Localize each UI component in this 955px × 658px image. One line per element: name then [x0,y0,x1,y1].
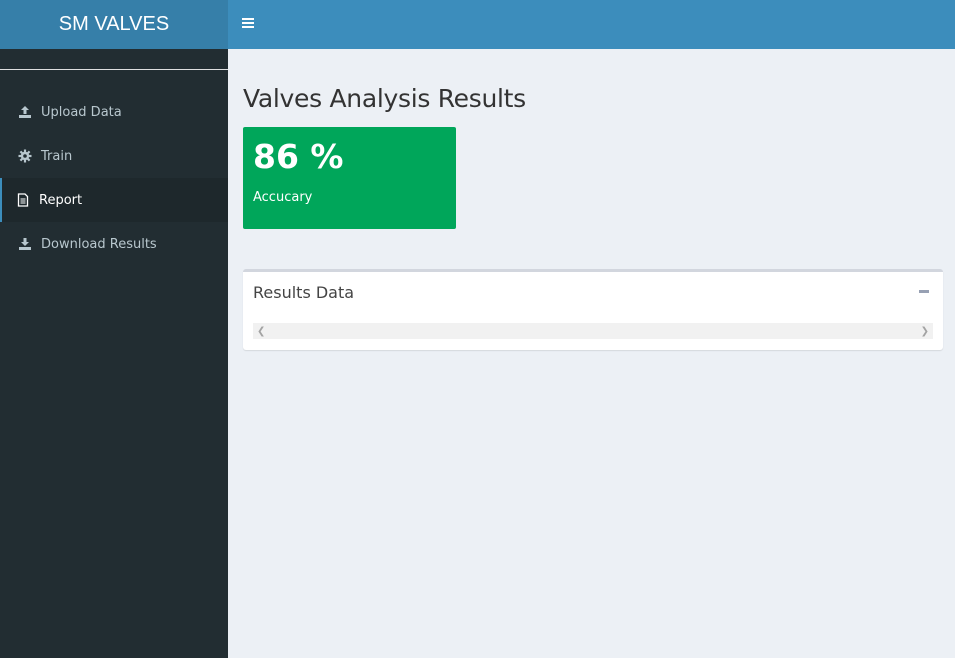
results-box-title: Results Data [253,283,355,302]
minus-icon[interactable] [919,290,929,293]
chevron-right-icon[interactable]: ❯ [921,326,929,337]
horizontal-scrollbar[interactable]: ❮ ❯ [253,323,933,339]
gear-icon [18,149,32,163]
chevron-left-icon[interactable]: ❮ [257,326,265,337]
top-navbar [228,0,955,49]
results-data-box: Results Data ❮ ❯ [243,269,943,350]
sidebar-item-report[interactable]: Report [0,178,228,222]
sidebar: Upload Data Train Report Download Result… [0,49,228,658]
download-icon [18,237,32,251]
sidebar-item-upload-data[interactable]: Upload Data [0,90,228,134]
sidebar-item-label: Report [39,192,83,208]
sidebar-item-train[interactable]: Train [0,134,228,178]
sidebar-item-download-results[interactable]: Download Results [0,222,228,266]
app-logo[interactable]: SM VALVES [0,0,228,49]
accuracy-value-box: 86 % Accucary [243,127,456,229]
document-icon [16,193,30,207]
sidebar-menu: Upload Data Train Report Download Result… [0,90,228,266]
accuracy-value: 86 % [253,137,344,176]
sidebar-divider [0,69,228,70]
accuracy-label: Accucary [253,190,313,205]
sidebar-item-label: Train [41,148,73,164]
upload-icon [18,105,32,119]
sidebar-item-label: Upload Data [41,104,122,120]
page-title: Valves Analysis Results [243,84,526,113]
hamburger-icon[interactable] [242,16,256,32]
sidebar-item-label: Download Results [41,236,157,252]
